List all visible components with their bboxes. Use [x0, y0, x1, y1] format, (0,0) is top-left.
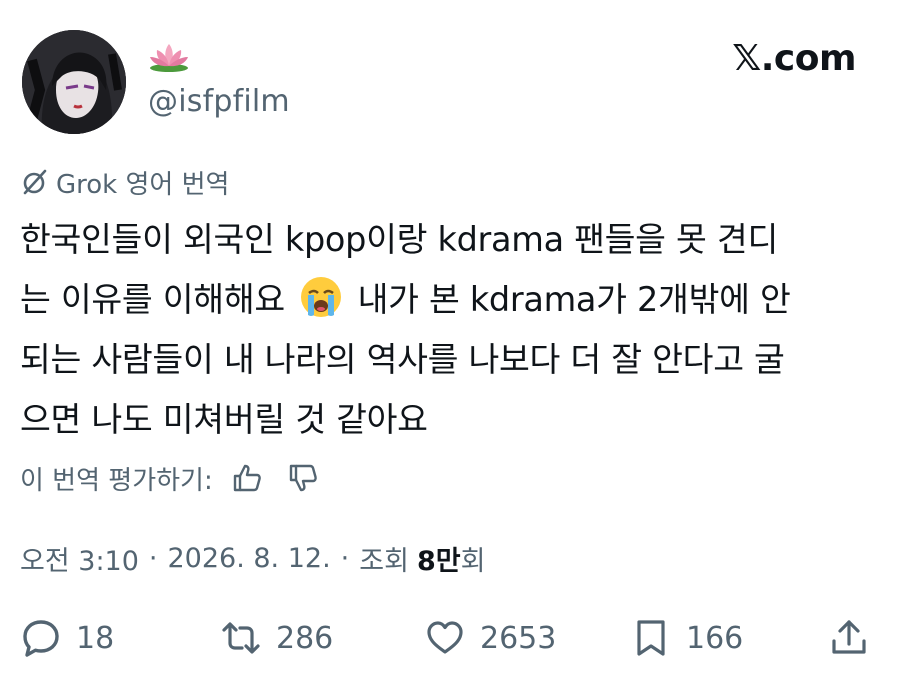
meta-separator: · [148, 542, 158, 574]
tweet-line: 되는 사람들이 내 나라의 역사를 나보다 더 잘 안다고 굴 [20, 340, 785, 379]
meta-separator: · [340, 542, 350, 574]
tweet-line: 한국인들이 외국인 kpop이랑 kdrama 팬들을 못 견디 [20, 220, 778, 259]
tweet-time[interactable]: 오전 3:10 [20, 539, 139, 578]
bookmark-button[interactable]: 166 [630, 606, 743, 670]
user-handle[interactable]: @isfpfilm [148, 84, 290, 119]
rate-translation-row: 이 번역 평가하기: [20, 456, 325, 500]
share-icon [828, 617, 870, 659]
loudly-crying-face-icon [299, 275, 343, 319]
reply-button[interactable]: 18 [20, 606, 114, 670]
rate-translation-label: 이 번역 평가하기: [20, 465, 213, 496]
thumbs-up-icon[interactable] [225, 456, 269, 500]
tweet-text: 한국인들이 외국인 kpop이랑 kdrama 팬들을 못 견디 는 이유를 이… [20, 210, 882, 450]
tweet-line: 는 이유를 이해해요 내가 본 kdrama가 2개밖에 안 [20, 270, 882, 330]
bookmark-icon [630, 617, 672, 659]
avatar[interactable] [22, 30, 126, 134]
reply-count: 18 [76, 620, 115, 656]
reply-icon [20, 617, 62, 659]
views-suffix: 회 [460, 545, 486, 577]
bookmark-count: 166 [686, 620, 744, 656]
tweet-line: 으면 나도 미쳐버릴 것 같아요 [20, 400, 428, 439]
views-label: 조회 [359, 545, 409, 577]
repost-icon [220, 617, 262, 659]
tweet-meta: 오전 3:10 · 2026. 8. 12. · 조회 8만 회 [20, 536, 485, 580]
tweet-line-part: 는 이유를 이해해요 [20, 280, 285, 319]
tweet-date[interactable]: 2026. 8. 12. [168, 543, 331, 574]
heart-icon [424, 617, 466, 659]
repost-button[interactable]: 286 [220, 606, 333, 670]
lotus-emoji-icon [148, 40, 190, 74]
share-button[interactable] [828, 606, 870, 670]
thumbs-down-icon[interactable] [281, 456, 325, 500]
tweet-line-part: 내가 본 kdrama가 2개밖에 안 [357, 280, 791, 319]
like-button[interactable]: 2653 [424, 606, 556, 670]
grok-icon [20, 167, 50, 197]
grok-translation-label[interactable]: Grok 영어 번역 [20, 164, 229, 200]
repost-count: 286 [276, 620, 334, 656]
x-brand-label: 𝕏.com [732, 38, 856, 79]
views-count: 8만 [416, 545, 461, 577]
action-bar: 18 286 2653 166 [0, 606, 900, 670]
translation-label-text: Grok 영어 번역 [56, 169, 230, 200]
like-count: 2653 [480, 620, 557, 656]
avatar-image [22, 30, 126, 134]
